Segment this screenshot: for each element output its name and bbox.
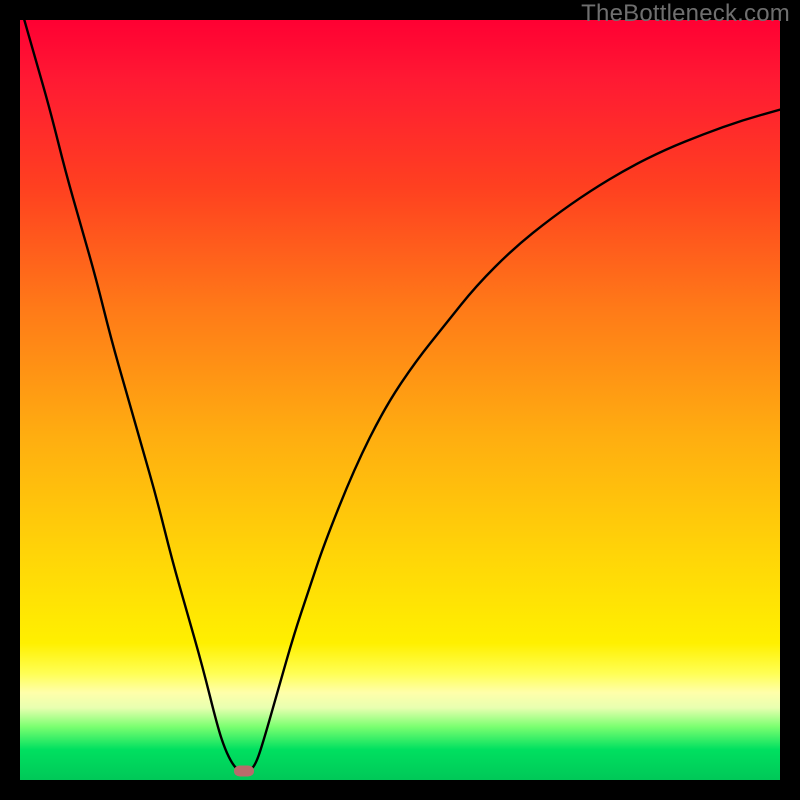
chart-frame: TheBottleneck.com bbox=[0, 0, 800, 800]
bottleneck-curve bbox=[20, 20, 780, 780]
optimal-point-marker bbox=[234, 765, 254, 776]
plot-area bbox=[20, 20, 780, 780]
watermark-text: TheBottleneck.com bbox=[581, 0, 790, 28]
